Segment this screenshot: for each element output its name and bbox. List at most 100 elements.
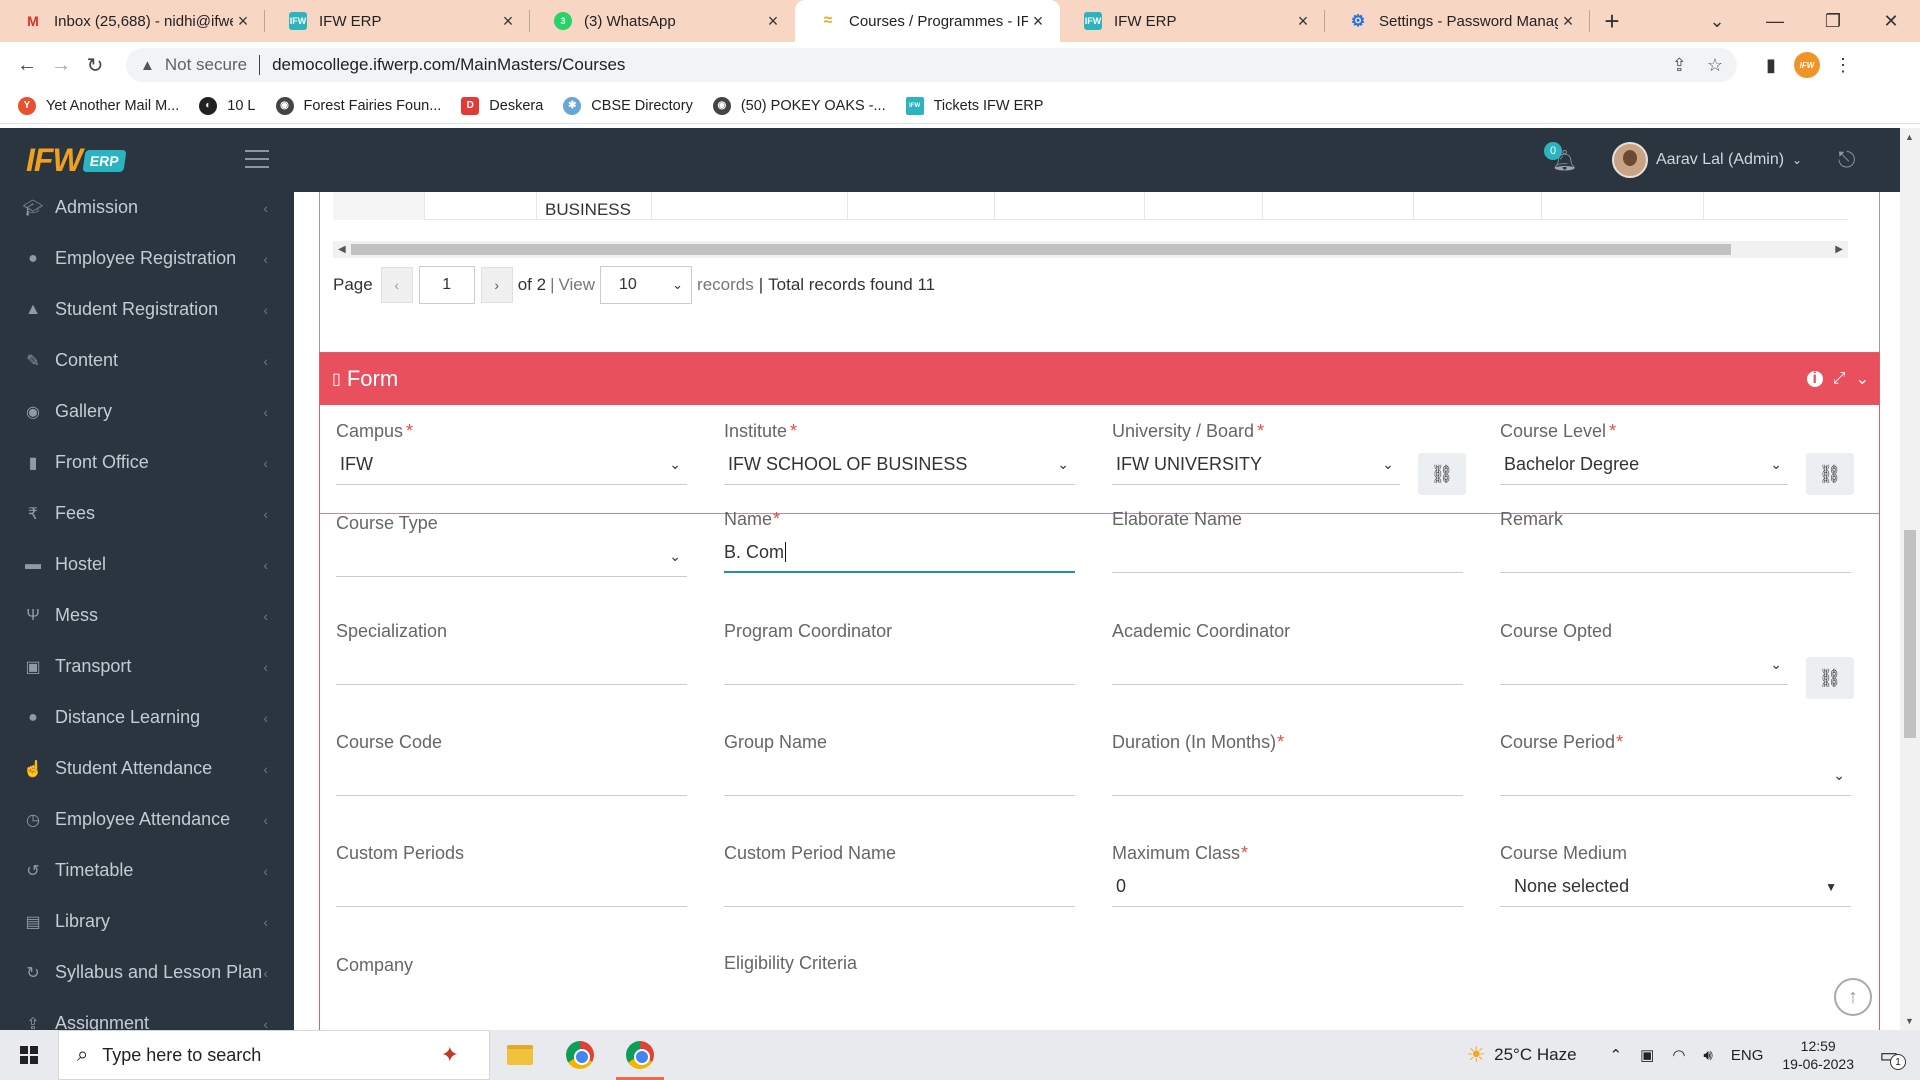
sidebar-item-admission[interactable]: 🎓︎ Admission ‹	[0, 192, 294, 233]
sidebar-item-gallery[interactable]: ◉ Gallery ‹	[0, 386, 294, 437]
logout-icon[interactable]: ⎋	[1838, 147, 1855, 173]
scroll-up-icon[interactable]: ▲	[1905, 132, 1914, 142]
campus-select[interactable]: IFW ⌄	[336, 445, 687, 485]
side-panel-icon[interactable]: ▮	[1753, 55, 1789, 76]
new-tab-button[interactable]: +	[1590, 0, 1634, 42]
sidebar-item-student-registration[interactable]: ▲ Student Registration ‹	[0, 284, 294, 335]
sidebar-item-student-attendance[interactable]: ☝ Student Attendance ‹	[0, 743, 294, 794]
browser-tab-ifw-erp[interactable]: IFW IFW ERP ×	[265, 0, 530, 42]
course-level-link-button[interactable]: ⛓	[1806, 453, 1854, 495]
sidebar-item-library[interactable]: ▤ Library ‹	[0, 896, 294, 947]
browser-tab-settings[interactable]: ⚙ Settings - Password Manag ×	[1325, 0, 1590, 42]
sidebar-item-mess[interactable]: Ψ Mess ‹	[0, 590, 294, 641]
clock[interactable]: 12:59 19-06-2023	[1782, 1037, 1854, 1073]
bookmark-item[interactable]: Y Yet Another Mail M...	[18, 96, 179, 115]
sidebar-item-employee-attendance[interactable]: ◷ Employee Attendance ‹	[0, 794, 294, 845]
course-type-select[interactable]: ⌄	[336, 537, 687, 577]
page-vertical-scrollbar[interactable]: ▲ ▼	[1900, 128, 1920, 1030]
scroll-left-icon[interactable]: ◀	[338, 241, 346, 258]
expand-icon[interactable]: ⤢	[1833, 370, 1846, 388]
volume-icon[interactable]: 🔊︎	[1703, 1047, 1712, 1064]
bookmark-item[interactable]: ◉ (50) POKEY OAKS -...	[712, 96, 886, 115]
weather-text[interactable]: 25°C Haze	[1494, 1045, 1576, 1065]
horizontal-scrollbar[interactable]: ◀ ▶	[333, 241, 1848, 258]
elaborate-name-input[interactable]	[1112, 533, 1463, 573]
sidebar-item-distance-learning[interactable]: ● Distance Learning ‹	[0, 692, 294, 743]
sidebar-item-front-office[interactable]: ▮ Front Office ‹	[0, 437, 294, 488]
bookmark-star-icon[interactable]: ☆	[1707, 55, 1723, 76]
institute-select[interactable]: IFW SCHOOL OF BUSINESS ⌄	[724, 445, 1075, 485]
course-period-select[interactable]: ⌄	[1500, 756, 1851, 796]
next-page-button[interactable]: ›	[480, 267, 513, 303]
close-icon[interactable]: ×	[1558, 11, 1578, 32]
university-select[interactable]: IFW UNIVERSITY ⌄	[1112, 445, 1400, 485]
wifi-icon[interactable]: ◠	[1672, 1046, 1685, 1064]
course-code-input[interactable]	[336, 756, 687, 796]
meet-now-icon[interactable]: ▣	[1640, 1046, 1654, 1064]
ifw-erp-logo[interactable]: IFW ERP	[26, 142, 126, 179]
sidebar-item-transport[interactable]: ▣ Transport ‹	[0, 641, 294, 692]
page-size-select[interactable]: 10 ⌄	[600, 266, 693, 304]
close-icon[interactable]: ×	[498, 11, 518, 32]
specialization-input[interactable]	[336, 645, 687, 685]
scroll-right-icon[interactable]: ▶	[1835, 241, 1843, 258]
sidebar-item-syllabus[interactable]: ↻ Syllabus and Lesson Plan ‹	[0, 947, 294, 998]
tab-search-icon[interactable]: ⌄	[1688, 0, 1746, 42]
close-icon[interactable]: ×	[763, 11, 783, 32]
sidebar-item-content[interactable]: ✎ Content ‹	[0, 335, 294, 386]
prev-page-button[interactable]: ‹	[380, 267, 413, 303]
close-icon[interactable]: ×	[233, 11, 253, 32]
chrome-profile-app[interactable]	[610, 1030, 670, 1080]
custom-periods-input[interactable]	[336, 867, 687, 907]
window-close-icon[interactable]: ✕	[1862, 0, 1920, 42]
browser-tab-whatsapp[interactable]: 3 (3) WhatsApp ×	[530, 0, 795, 42]
minimize-icon[interactable]: —	[1746, 0, 1804, 42]
chrome-app[interactable]	[550, 1030, 610, 1080]
url-text[interactable]: democollege.ifwerp.com/MainMasters/Cours…	[272, 55, 1652, 75]
maximum-class-input[interactable]: 0	[1112, 867, 1463, 907]
restore-icon[interactable]: ❐	[1804, 0, 1862, 42]
profile-avatar[interactable]: IFW	[1789, 52, 1825, 78]
course-level-select[interactable]: Bachelor Degree ⌄	[1500, 445, 1788, 485]
address-bar[interactable]: ▲ Not secure democollege.ifwerp.com/Main…	[126, 48, 1737, 82]
name-input[interactable]: B. Com	[724, 533, 1075, 573]
scrollbar-thumb[interactable]	[1904, 530, 1916, 738]
university-link-button[interactable]: ⛓	[1418, 453, 1466, 495]
browser-tab-ifw-erp-2[interactable]: IFW IFW ERP ×	[1060, 0, 1325, 42]
duration-input[interactable]	[1112, 756, 1463, 796]
browser-tab-gmail[interactable]: M Inbox (25,688) - nidhi@ifwe ×	[0, 0, 265, 42]
sidebar-item-employee-registration[interactable]: ● Employee Registration ‹	[0, 233, 294, 284]
program-coordinator-input[interactable]	[724, 645, 1075, 685]
info-icon[interactable]: i	[1806, 370, 1823, 387]
remark-input[interactable]	[1500, 533, 1851, 573]
group-name-input[interactable]	[724, 756, 1075, 796]
chevron-up-icon[interactable]: ⌃	[1610, 1046, 1623, 1064]
course-opted-select[interactable]: ⌄	[1500, 645, 1788, 685]
course-opted-link-button[interactable]: ⛓	[1806, 657, 1854, 699]
bookmark-item[interactable]: D Deskera	[461, 96, 543, 115]
scrollbar-thumb[interactable]	[351, 244, 1731, 255]
browser-tab-courses[interactable]: ≈ Courses / Programmes - IFW ×	[795, 0, 1060, 42]
bookmark-item[interactable]: IFW Tickets IFW ERP	[905, 96, 1043, 115]
sidebar-item-assignment[interactable]: ⇪ Assignment ‹	[0, 998, 294, 1030]
close-icon[interactable]: ×	[1028, 11, 1048, 32]
close-icon[interactable]: ×	[1293, 11, 1313, 32]
hamburger-menu-icon[interactable]	[245, 150, 269, 174]
page-number-input[interactable]: 1	[418, 266, 475, 304]
share-icon[interactable]: ⇪	[1672, 55, 1687, 76]
bookmark-item[interactable]: ◉ Forest Fairies Foun...	[275, 96, 441, 115]
academic-coordinator-input[interactable]	[1112, 645, 1463, 685]
bookmark-item[interactable]: ✱ CBSE Directory	[563, 96, 693, 115]
sidebar-item-timetable[interactable]: ↺ Timetable ‹	[0, 845, 294, 896]
windows-start-button[interactable]	[0, 1030, 58, 1080]
scroll-down-icon[interactable]: ▼	[1905, 1016, 1914, 1026]
taskbar-search-box[interactable]: ⌕ Type here to search ✦	[58, 1030, 490, 1080]
scroll-to-top-button[interactable]: ↑	[1834, 978, 1872, 1016]
forward-arrow-icon[interactable]: →	[44, 48, 78, 82]
user-menu[interactable]: Aarav Lal (Admin) ⌄	[1612, 142, 1802, 178]
file-explorer-app[interactable]	[490, 1030, 550, 1080]
browser-menu-icon[interactable]: ⋮	[1825, 55, 1861, 76]
bookmark-item[interactable]: ◐ 10 L	[199, 96, 256, 115]
back-arrow-icon[interactable]: ←	[10, 48, 44, 82]
language-indicator[interactable]: ENG	[1731, 1047, 1764, 1064]
